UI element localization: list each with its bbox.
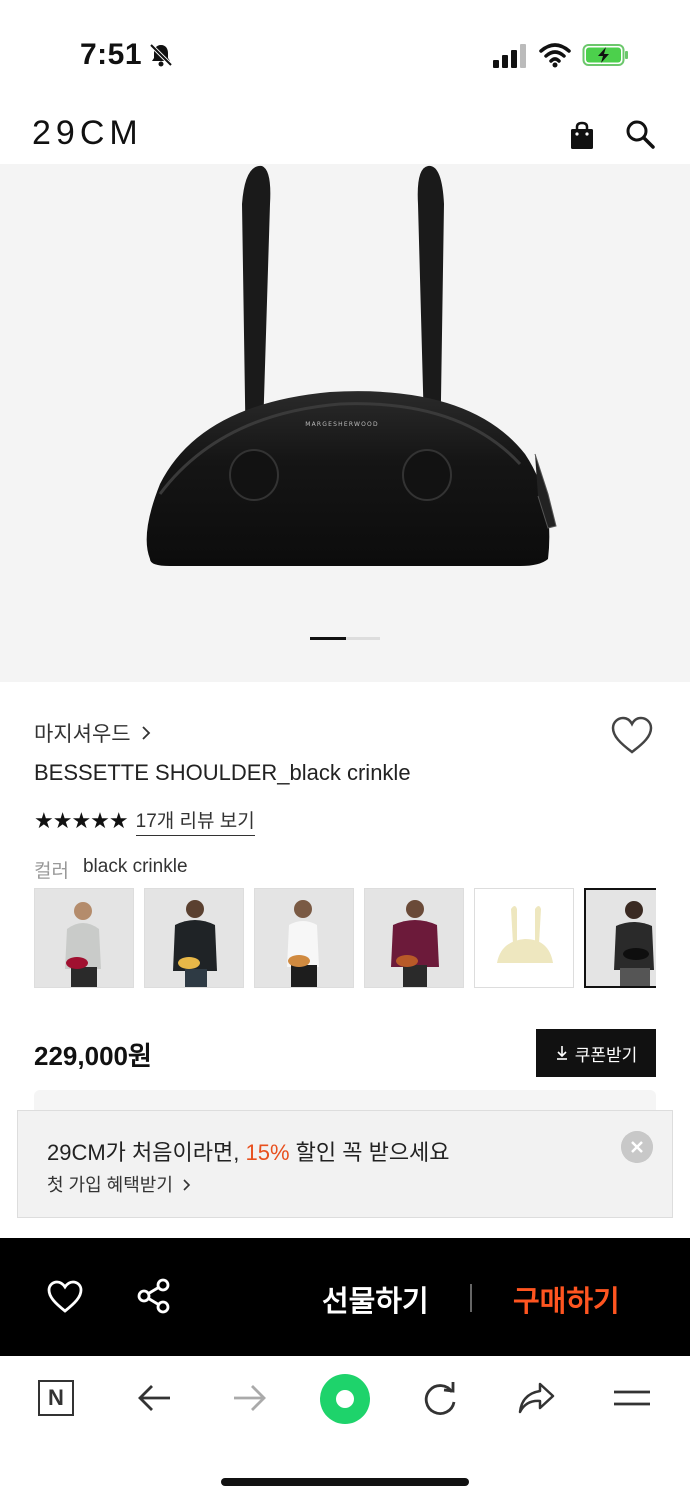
promo-title-suffix: 할인 꼭 받으세요: [289, 1140, 450, 1165]
review-link[interactable]: 17개 리뷰 보기: [135, 806, 255, 836]
promo-subtitle[interactable]: 첫 가입 혜택받기: [47, 1171, 192, 1197]
status-bar: 7:51: [0, 0, 690, 110]
buy-button[interactable]: 구매하기: [513, 1278, 620, 1320]
naver-home-button[interactable]: N: [38, 1380, 74, 1416]
heart-icon[interactable]: [46, 1280, 84, 1314]
product-name: BESSETTE SHOULDER_black crinkle: [34, 760, 411, 785]
wishlist-heart-icon[interactable]: [610, 716, 654, 756]
action-divider: [470, 1284, 472, 1312]
svg-text:MARGESHERWOOD: MARGESHERWOOD: [305, 421, 379, 428]
share-arrow-icon[interactable]: [516, 1378, 556, 1418]
home-indicator: [221, 1478, 469, 1486]
signup-promo-banner[interactable]: 29CM가 처음이라면, 15% 할인 꼭 받으세요 첫 가입 혜택받기: [17, 1110, 673, 1218]
swatch-brown[interactable]: [364, 888, 464, 988]
green-home-icon[interactable]: [318, 1372, 372, 1426]
back-arrow-icon[interactable]: [134, 1378, 174, 1418]
chevron-right-icon: [141, 726, 150, 740]
color-label: 컬러: [34, 861, 69, 882]
color-swatches: [34, 888, 656, 988]
logo[interactable]: 29CM: [32, 114, 143, 153]
swatch-black-selected[interactable]: [584, 888, 656, 988]
swatch-red[interactable]: [34, 888, 134, 988]
bell-off-icon: [149, 43, 173, 67]
rating-stars: ★★★★★: [34, 808, 129, 833]
promo-discount: 15%: [245, 1140, 290, 1165]
share-icon[interactable]: [136, 1278, 172, 1314]
app-header: 29CM: [0, 110, 690, 164]
carousel-indicator-active: [310, 637, 346, 640]
product-image-carousel[interactable]: MARGESHERWOOD: [0, 164, 690, 682]
download-icon: [556, 1046, 567, 1060]
close-icon[interactable]: [621, 1131, 653, 1163]
color-row: 컬러 black crinkle: [34, 856, 188, 883]
rating-row: ★★★★★ 17개 리뷰 보기: [34, 806, 255, 836]
carousel-indicator: [310, 637, 380, 640]
shopping-bag-icon[interactable]: [566, 120, 598, 152]
swatch-yellow[interactable]: [144, 888, 244, 988]
battery-charging-icon: [582, 44, 628, 66]
bottom-action-bar: 선물하기 구매하기: [0, 1238, 690, 1356]
brand-link[interactable]: 마지셔우드: [34, 718, 151, 748]
bag-image: MARGESHERWOOD: [146, 165, 557, 566]
gift-button[interactable]: 선물하기: [322, 1278, 429, 1320]
menu-icon[interactable]: [612, 1378, 652, 1418]
coupon-label: 쿠폰받기: [574, 1045, 638, 1065]
chevron-right-icon: [183, 1179, 191, 1191]
promo-title-prefix: 29CM가 처음이라면,: [47, 1140, 246, 1165]
coupon-button[interactable]: 쿠폰받기: [536, 1029, 656, 1077]
reload-icon[interactable]: [420, 1378, 460, 1418]
status-time: 7:51: [80, 38, 143, 71]
browser-toolbar: N: [0, 1356, 690, 1500]
swatch-cream[interactable]: [474, 888, 574, 988]
carousel-indicator-rest: [346, 637, 380, 640]
promo-title: 29CM가 처음이라면, 15% 할인 꼭 받으세요: [47, 1135, 450, 1167]
promo-subtitle-text: 첫 가입 혜택받기: [47, 1175, 173, 1195]
brand-name: 마지셔우드: [34, 723, 131, 746]
color-value: black crinkle: [82, 856, 188, 877]
wifi-icon: [539, 43, 571, 68]
price: 229,000원: [34, 1041, 152, 1071]
forward-arrow-icon[interactable]: [230, 1378, 270, 1418]
search-icon[interactable]: [624, 118, 656, 150]
swatch-camel[interactable]: [254, 888, 354, 988]
signal-icon: [493, 44, 526, 68]
